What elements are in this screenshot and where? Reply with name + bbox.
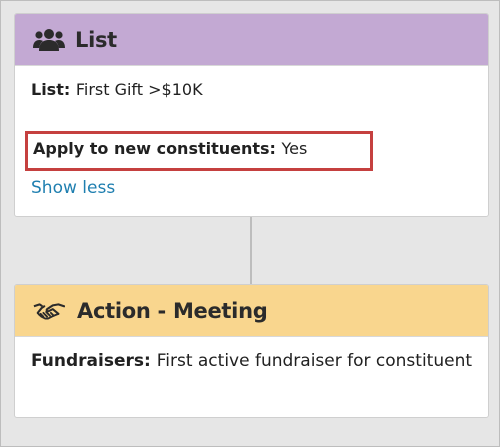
list-label: List: (31, 80, 76, 99)
apply-value: Yes (281, 139, 308, 158)
action-card[interactable]: Action - Meeting Fundraisers: First acti… (14, 284, 489, 418)
workflow-canvas: List List: First Gift >$10K Apply to new… (0, 0, 500, 447)
people-group-icon (33, 27, 65, 53)
apply-new-constituents-row: Apply to new constituents: Yes (25, 131, 373, 171)
apply-label: Apply to new constituents: (33, 139, 282, 158)
action-card-header: Action - Meeting (15, 285, 488, 337)
list-card-header: List (15, 14, 488, 66)
fundraisers-label: Fundraisers: (31, 351, 157, 371)
list-card-title: List (75, 27, 117, 52)
list-card[interactable]: List List: First Gift >$10K Apply to new… (14, 13, 489, 217)
action-card-title: Action - Meeting (77, 298, 268, 323)
handshake-icon (33, 298, 65, 324)
list-row: List: First Gift >$10K (31, 80, 203, 99)
fundraisers-value: First active fundraiser for constituent (156, 351, 473, 371)
connector-line (250, 217, 252, 284)
fundraisers-row: Fundraisers: First active fundraiser for… (31, 348, 472, 375)
show-less-link[interactable]: Show less (31, 178, 115, 198)
list-value: First Gift >$10K (75, 80, 203, 99)
